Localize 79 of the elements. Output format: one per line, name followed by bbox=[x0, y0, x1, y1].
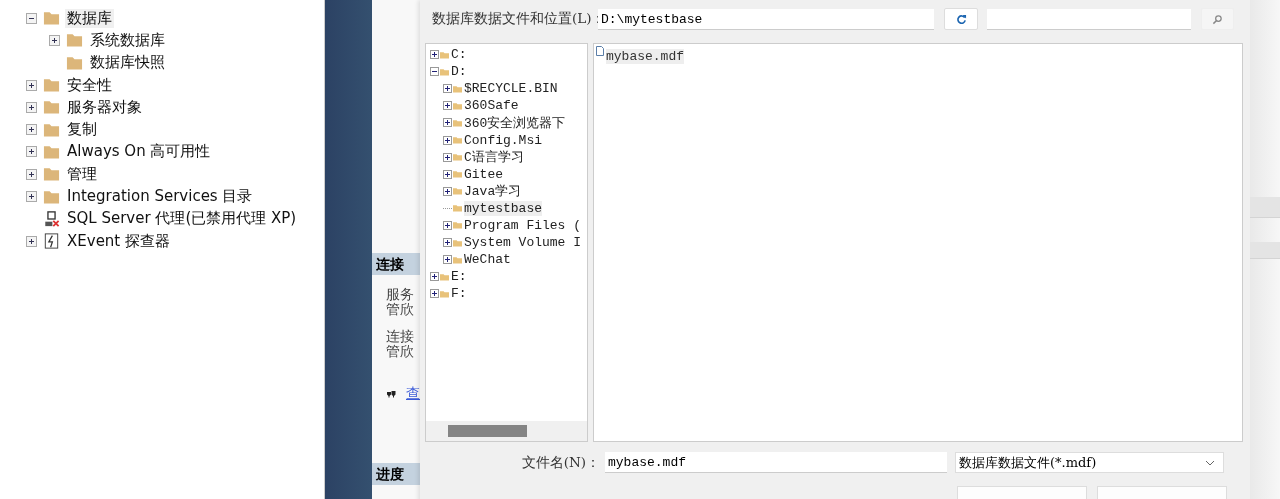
tree-item[interactable]: Integration Services 目录 bbox=[65, 187, 255, 206]
expand-toggle[interactable] bbox=[26, 79, 37, 91]
tree-item[interactable]: 数据库快照 bbox=[88, 53, 167, 73]
tree-item[interactable]: $RECYCLE.BIN bbox=[464, 81, 558, 97]
tree-item[interactable]: Java学习 bbox=[464, 182, 522, 201]
tree-item[interactable]: mytestbase bbox=[464, 200, 542, 216]
expand-toggle[interactable] bbox=[26, 235, 37, 247]
tree-item[interactable]: Gitee bbox=[464, 166, 503, 182]
file-type-dropdown[interactable]: 数据库数据文件(*.mdf) bbox=[955, 452, 1224, 473]
tree-item[interactable]: SQL Server 代理(已禁用代理 XP) bbox=[65, 209, 299, 229]
search-field[interactable] bbox=[986, 8, 1191, 30]
expand-toggle[interactable] bbox=[49, 34, 60, 46]
tree-connector bbox=[443, 207, 452, 209]
tree-item[interactable]: Config.Msi bbox=[464, 132, 542, 148]
folder-icon bbox=[43, 188, 60, 205]
event-icon bbox=[43, 233, 60, 250]
tree-item[interactable]: 系统数据库 bbox=[88, 30, 167, 50]
folder-icon bbox=[43, 166, 60, 183]
expand-toggle[interactable] bbox=[26, 101, 37, 113]
filename-field[interactable]: mybase.mdf bbox=[605, 452, 947, 473]
panel-text: 服务 管欣 bbox=[386, 287, 414, 317]
tree-item[interactable]: C语言学习 bbox=[464, 148, 524, 167]
expand-toggle[interactable] bbox=[430, 50, 439, 60]
expand-toggle[interactable] bbox=[443, 238, 452, 248]
filename-label: 文件名(N)： bbox=[520, 453, 600, 472]
expand-toggle[interactable] bbox=[443, 169, 452, 179]
tree-item[interactable]: Always On 高可用性 bbox=[65, 142, 213, 162]
tree-item[interactable]: E: bbox=[451, 269, 467, 285]
tree-item[interactable]: 服务器对象 bbox=[65, 97, 144, 117]
expand-toggle[interactable] bbox=[443, 152, 452, 162]
section-header: 进度 bbox=[372, 463, 420, 485]
refresh-button[interactable] bbox=[944, 8, 978, 30]
folder-icon bbox=[43, 143, 60, 160]
tree-item[interactable]: Program Files ( bbox=[464, 218, 582, 233]
tree-item[interactable]: F: bbox=[451, 286, 467, 302]
expand-toggle[interactable] bbox=[443, 84, 452, 94]
expand-toggle[interactable] bbox=[26, 146, 37, 158]
tree-item[interactable]: WeChat bbox=[464, 252, 511, 268]
expand-toggle[interactable] bbox=[26, 124, 37, 136]
tree-item[interactable]: System Volume I bbox=[464, 235, 582, 251]
tree-item[interactable]: 数据库 bbox=[65, 8, 114, 28]
expand-toggle[interactable] bbox=[443, 221, 452, 230]
tree-item[interactable]: 360Safe bbox=[464, 98, 519, 114]
folder-icon bbox=[43, 77, 60, 94]
path-field[interactable]: D:\mytestbase bbox=[598, 8, 935, 30]
collapse-toggle[interactable] bbox=[26, 12, 37, 24]
expand-toggle[interactable] bbox=[443, 118, 452, 128]
tree-item[interactable]: C: bbox=[451, 47, 467, 63]
panel-text: 连接 管欣 bbox=[386, 329, 414, 359]
tree-item[interactable]: D: bbox=[451, 64, 467, 80]
expand-toggle[interactable] bbox=[443, 255, 452, 265]
expand-toggle[interactable] bbox=[443, 135, 452, 145]
folder-icon bbox=[43, 121, 60, 138]
folder-icon bbox=[43, 10, 60, 27]
collapse-toggle[interactable] bbox=[430, 67, 439, 77]
expand-toggle[interactable] bbox=[443, 186, 452, 196]
tree-item[interactable]: 安全性 bbox=[65, 75, 114, 95]
expand-toggle[interactable] bbox=[430, 272, 439, 282]
expand-toggle[interactable] bbox=[443, 101, 452, 111]
expand-toggle[interactable] bbox=[26, 191, 37, 202]
expand-toggle[interactable] bbox=[26, 168, 37, 180]
refresh-icon bbox=[955, 13, 967, 25]
scrollbar-thumb[interactable] bbox=[448, 425, 527, 437]
folder-icon bbox=[66, 54, 83, 71]
agent-disabled-icon bbox=[43, 210, 60, 227]
tree-item[interactable]: XEvent 探查器 bbox=[65, 231, 172, 251]
file-item[interactable]: mybase.mdf bbox=[606, 49, 684, 64]
file-icon bbox=[596, 46, 604, 56]
tree-item[interactable]: 复制 bbox=[65, 120, 99, 140]
tree-item[interactable]: 360安全浏览器下 bbox=[464, 113, 566, 132]
folder-icon bbox=[43, 99, 60, 116]
search-icon bbox=[1211, 13, 1223, 25]
connection-link[interactable]: 查 bbox=[406, 385, 420, 403]
expand-toggle[interactable] bbox=[430, 289, 439, 299]
tree-item[interactable]: 管理 bbox=[65, 164, 99, 184]
location-label: 数据库数据文件和位置(L)： bbox=[432, 10, 598, 28]
chevron-down-icon bbox=[1205, 459, 1215, 466]
section-header: 连接 bbox=[372, 253, 420, 275]
folder-icon bbox=[66, 32, 83, 49]
